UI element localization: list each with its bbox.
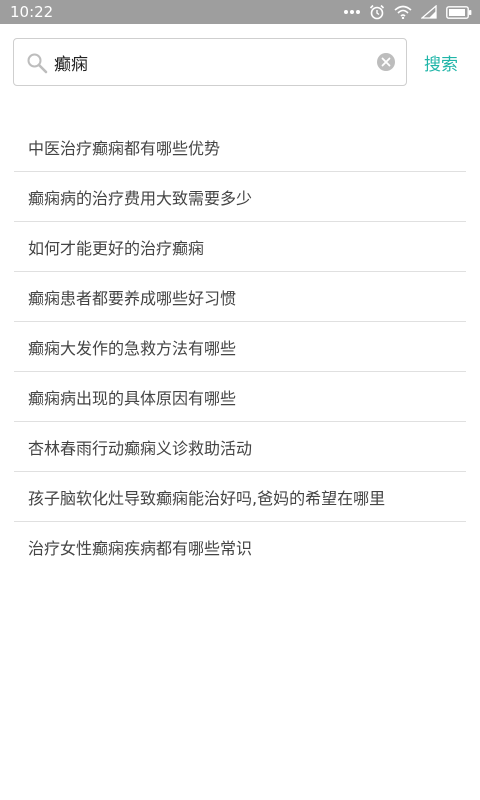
suggestion-item[interactable]: 癫痫病出现的具体原因有哪些 — [14, 372, 466, 422]
status-time: 10:22 — [10, 3, 54, 21]
signal-icon — [421, 5, 437, 19]
suggestion-item[interactable]: 癫痫患者都要养成哪些好习惯 — [14, 272, 466, 322]
wifi-icon — [394, 5, 412, 19]
suggestion-item[interactable]: 中医治疗癫痫都有哪些优势 — [14, 122, 466, 172]
status-icons — [344, 3, 472, 21]
clear-icon[interactable] — [376, 52, 396, 72]
suggestion-item[interactable]: 孩子脑软化灶导致癫痫能治好吗,爸妈的希望在哪里 — [14, 472, 466, 522]
search-box[interactable] — [13, 38, 407, 86]
suggestion-item[interactable]: 杏林春雨行动癫痫义诊救助活动 — [14, 422, 466, 472]
battery-icon — [446, 5, 472, 19]
search-area: 搜索 — [0, 24, 480, 100]
status-bar: 10:22 — [0, 0, 480, 24]
alarm-icon — [369, 4, 385, 20]
search-button[interactable]: 搜索 — [424, 48, 472, 76]
suggestion-item[interactable]: 癫痫病的治疗费用大致需要多少 — [14, 172, 466, 222]
suggestion-item[interactable]: 治疗女性癫痫疾病都有哪些常识 — [14, 522, 466, 571]
suggestion-item[interactable]: 癫痫大发作的急救方法有哪些 — [14, 322, 466, 372]
more-dots-icon — [344, 9, 360, 15]
search-input[interactable] — [54, 47, 374, 77]
search-icon — [26, 52, 48, 78]
suggestion-item[interactable]: 如何才能更好的治疗癫痫 — [14, 222, 466, 272]
suggestion-list: 中医治疗癫痫都有哪些优势 癫痫病的治疗费用大致需要多少 如何才能更好的治疗癫痫 … — [14, 122, 466, 571]
